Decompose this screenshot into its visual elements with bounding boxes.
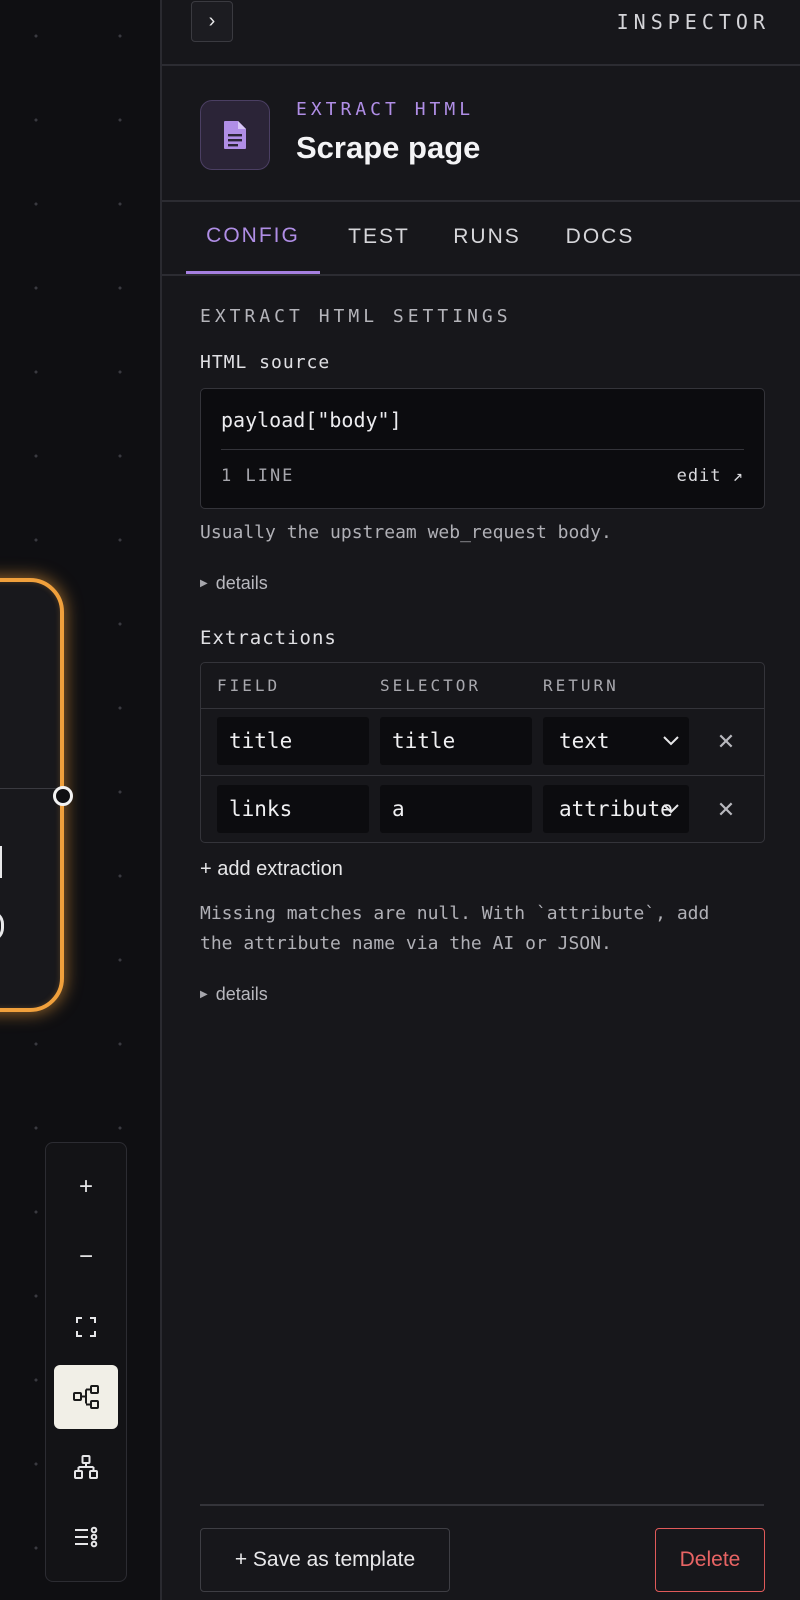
layout-vertical-button[interactable] <box>54 1435 118 1499</box>
zoom-out-icon: − <box>78 1243 93 1270</box>
node-icon-fragment <box>0 846 2 878</box>
return-select[interactable]: attribute <box>543 785 689 833</box>
column-header-field: FIELD <box>217 676 281 695</box>
list-settings-button[interactable] <box>54 1505 118 1569</box>
inspector-title: INSPECTOR <box>616 10 770 34</box>
delete-button[interactable]: Delete <box>655 1528 765 1592</box>
html-source-code[interactable]: payload["body"] <box>221 408 402 432</box>
column-header-return: RETURN <box>543 676 619 695</box>
list-settings-icon <box>75 1526 98 1548</box>
extraction-row: links a attribute ✕ <box>201 775 764 842</box>
settings-section-title: EXTRACT HTML SETTINGS <box>200 306 512 327</box>
html-source-label: HTML source <box>200 352 331 373</box>
extractions-table-header: FIELD SELECTOR RETURN <box>201 663 764 709</box>
extractions-details-toggle[interactable]: ▶ details <box>200 984 268 1005</box>
footer-divider <box>200 1504 764 1506</box>
tab-docs[interactable]: DOCS <box>548 200 652 274</box>
document-icon <box>200 100 270 170</box>
remove-extraction-button[interactable]: ✕ <box>712 796 740 824</box>
close-icon: ✕ <box>716 797 736 822</box>
zoom-in-icon: + <box>78 1173 93 1200</box>
node-type-label: EXTRACT HTML <box>296 99 475 120</box>
triangle-right-icon: ▶ <box>200 989 208 1000</box>
node-divider <box>0 788 60 789</box>
tab-test[interactable]: TEST <box>332 200 426 274</box>
field-input[interactable]: links <box>217 785 369 833</box>
add-extraction-button[interactable]: + add extraction <box>200 858 343 881</box>
zoom-out-button[interactable]: − <box>54 1225 118 1289</box>
zoom-in-button[interactable]: + <box>54 1155 118 1219</box>
triangle-right-icon: ▶ <box>200 578 208 589</box>
field-input[interactable]: title <box>217 717 369 765</box>
fit-view-button[interactable] <box>54 1295 118 1359</box>
extractions-help: Missing matches are null. With `attribut… <box>200 899 709 959</box>
extractions-label: Extractions <box>200 627 337 649</box>
close-icon: ✕ <box>716 729 736 754</box>
column-header-selector: SELECTOR <box>380 676 482 695</box>
details-label: details <box>215 573 268 593</box>
collapse-panel-button[interactable]: › <box>191 1 233 42</box>
layout-horizontal-icon <box>73 1385 99 1409</box>
details-label: details <box>215 984 268 1004</box>
inspector-panel: › INSPECTOR EXTRACT HTML Scrape page CON… <box>160 0 800 1600</box>
extractions-help-line: Missing matches are null. With `attribut… <box>200 903 710 924</box>
html-source-help: Usually the upstream web_request body. <box>200 522 612 543</box>
chevron-right-icon: › <box>208 10 216 32</box>
chevron-down-icon <box>663 804 679 814</box>
node-header: EXTRACT HTML Scrape page <box>162 64 800 202</box>
canvas-toolbar: + − <box>45 1142 127 1582</box>
node-name: Scrape page <box>296 130 481 165</box>
code-divider <box>221 449 744 450</box>
return-select[interactable]: text <box>543 717 689 765</box>
remove-extraction-button[interactable]: ✕ <box>712 728 740 756</box>
chevron-down-icon <box>663 736 679 746</box>
layout-vertical-icon <box>74 1455 98 1479</box>
tab-runs[interactable]: RUNS <box>437 200 537 274</box>
selector-input[interactable]: title <box>380 717 532 765</box>
extractions-table: FIELD SELECTOR RETURN title title text ✕… <box>200 662 765 843</box>
selector-input[interactable]: a <box>380 785 532 833</box>
return-select-value: attribute <box>559 797 673 821</box>
inspector-tabs: CONFIG TEST RUNS DOCS <box>162 200 800 276</box>
html-source-editor[interactable]: payload["body"] 1 LINE edit ↗ <box>200 388 765 509</box>
edit-code-link[interactable]: edit ↗ <box>677 466 744 486</box>
html-source-details-toggle[interactable]: ▶ details <box>200 573 268 594</box>
inspector-topbar: › INSPECTOR <box>162 0 800 66</box>
line-count: 1 LINE <box>221 466 295 486</box>
tab-config[interactable]: CONFIG <box>186 200 320 274</box>
workflow-canvas[interactable]: + − <box>0 0 160 1600</box>
node-output-port[interactable] <box>53 786 73 806</box>
node-icon-fragment <box>0 910 4 942</box>
extractions-help-line: the attribute name via the AI or JSON. <box>200 933 612 954</box>
fit-view-icon <box>76 1317 96 1337</box>
extraction-row: title title text ✕ <box>201 708 764 775</box>
save-as-template-button[interactable]: + Save as template <box>200 1528 450 1592</box>
return-select-value: text <box>559 729 610 753</box>
layout-horizontal-button[interactable] <box>54 1365 118 1429</box>
